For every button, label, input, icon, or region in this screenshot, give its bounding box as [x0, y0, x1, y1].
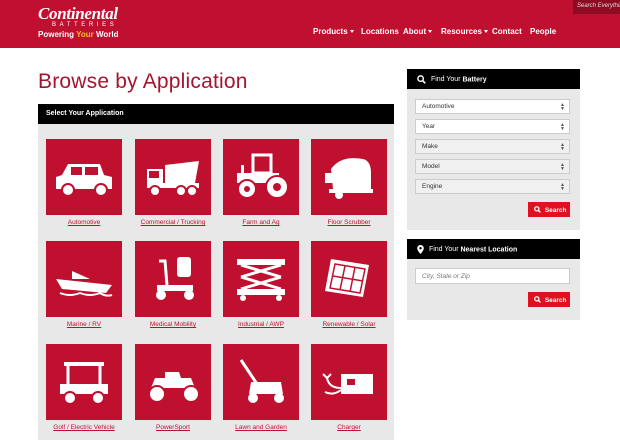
location-input[interactable]: City, State or Zip	[415, 268, 570, 284]
nav-products[interactable]: Products	[313, 27, 354, 36]
tile-label-floor-scrubber[interactable]: Floor Scrubber	[299, 219, 399, 226]
make-select[interactable]: Make ▲ ▼	[415, 139, 570, 154]
tile-label-medical-mobility[interactable]: Medical Mobility	[123, 321, 223, 328]
select-value: Make	[422, 143, 438, 150]
find-location-title-bold: Nearest Location	[460, 246, 518, 254]
scissor-lift-icon	[237, 259, 285, 301]
nav-label: Products	[313, 27, 348, 36]
logo-wordmark: Continental	[38, 4, 118, 23]
select-value: Year	[422, 123, 436, 130]
chevron-down-icon	[483, 30, 488, 34]
location-search-label: Search	[544, 297, 567, 304]
updown-icon: ▲ ▼	[560, 122, 565, 132]
search-icon	[534, 206, 541, 213]
boat-icon	[56, 271, 113, 297]
tile-floor-scrubber[interactable]	[311, 139, 387, 215]
nav-label: Resources	[441, 27, 482, 36]
tile-farm-and-ag[interactable]	[223, 139, 299, 215]
dump-truck-icon	[147, 161, 199, 197]
battery-charger-icon	[322, 373, 373, 395]
tile-label-golf-electric-vehicle[interactable]: Golf / Electric Vehicle	[34, 424, 134, 431]
tile-label-farm-and-ag[interactable]: Farm and Ag	[211, 219, 311, 226]
tile-golf-electric-vehicle[interactable]	[46, 344, 122, 420]
tile-label-industrial-awp[interactable]: Industrial / AWP	[211, 321, 311, 328]
select-value: Model	[422, 163, 440, 170]
select-value: Automotive	[422, 103, 455, 110]
tile-powersport[interactable]	[135, 344, 211, 420]
tile-lawn-and-garden[interactable]	[223, 344, 299, 420]
tile-label-renewable-solar[interactable]: Renewable / Solar	[299, 321, 399, 328]
battery-search-label: Search	[544, 207, 567, 214]
nav-label: People	[530, 27, 557, 36]
floor-scrubber-icon	[325, 158, 373, 199]
application-section: Select Your Application Automotive Comme…	[38, 104, 394, 440]
golf-cart-icon	[60, 362, 108, 405]
map-pin-icon	[417, 245, 424, 254]
select-value: Engine	[422, 183, 443, 190]
engine-select[interactable]: Engine ▲ ▼	[415, 179, 570, 194]
updown-icon: ▲ ▼	[560, 102, 565, 112]
search-icon	[563, 54, 572, 64]
chevron-down-icon	[574, 57, 578, 61]
mobility-scooter-icon	[156, 257, 194, 300]
atv-icon	[148, 372, 200, 403]
year-select[interactable]: Year ▲ ▼	[415, 119, 570, 134]
tile-label-lawn-and-garden[interactable]: Lawn and Garden	[211, 424, 311, 431]
main-nav: Products Locations About Resources Conta…	[0, 27, 620, 64]
nav-search-toggle[interactable]	[563, 54, 578, 64]
tile-label-commercial-trucking[interactable]: Commercial / Trucking	[123, 219, 223, 226]
tile-renewable-solar[interactable]	[311, 241, 387, 317]
tile-label-powersport[interactable]: PowerSport	[123, 424, 223, 431]
application-select[interactable]: Automotive ▲ ▼	[415, 99, 570, 114]
tile-marine-rv[interactable]	[46, 241, 122, 317]
nav-resources[interactable]: Resources	[441, 27, 488, 36]
nav-contact[interactable]: Contact	[492, 27, 522, 36]
updown-icon: ▲ ▼	[560, 162, 565, 172]
tile-automotive[interactable]	[46, 139, 122, 215]
nav-label: About	[403, 27, 427, 36]
search-icon	[417, 75, 426, 84]
tile-industrial-awp[interactable]	[223, 241, 299, 317]
find-location-title-pre: Find Your	[428, 246, 461, 254]
find-location-heading: Find Your Nearest Location	[407, 239, 580, 259]
find-battery-title-bold: Battery	[462, 76, 487, 84]
tile-label-automotive[interactable]: Automotive	[34, 219, 134, 226]
tractor-icon	[237, 153, 289, 199]
nav-label: Contact	[492, 27, 522, 36]
updown-icon: ▲ ▼	[560, 182, 565, 192]
tile-charger[interactable]	[311, 344, 387, 420]
site-header: Continental BATTERIES Powering Your Worl…	[0, 0, 620, 64]
application-section-heading: Select Your Application	[38, 104, 394, 124]
chevron-down-icon	[428, 30, 433, 34]
location-search-button[interactable]: Search	[528, 292, 570, 307]
model-select[interactable]: Model ▲ ▼	[415, 159, 570, 174]
tile-label-marine-rv[interactable]: Marine / RV	[34, 321, 134, 328]
nav-about[interactable]: About	[403, 27, 433, 36]
find-battery-heading: Find Your Battery	[407, 69, 580, 89]
solar-panel-icon	[325, 259, 369, 297]
tile-medical-mobility[interactable]	[135, 241, 211, 317]
suv-icon	[56, 164, 112, 197]
nav-locations[interactable]: Locations	[361, 27, 399, 36]
tile-commercial-trucking[interactable]	[135, 139, 211, 215]
find-location-panel: Find Your Nearest Location City, State o…	[407, 239, 580, 320]
page-title: Browse by Application	[38, 70, 248, 93]
battery-search-button[interactable]: Search	[528, 202, 570, 217]
chevron-down-icon	[349, 30, 354, 34]
find-battery-title-pre: Find Your	[430, 76, 463, 84]
nav-people[interactable]: People	[530, 27, 556, 36]
nav-label: Locations	[361, 27, 399, 36]
search-icon	[534, 296, 541, 303]
tile-label-charger[interactable]: Charger	[299, 424, 399, 431]
updown-icon: ▲ ▼	[560, 142, 565, 152]
header-search-input[interactable]: Search Everythin	[573, 0, 620, 14]
lawn-mower-icon	[239, 359, 284, 403]
